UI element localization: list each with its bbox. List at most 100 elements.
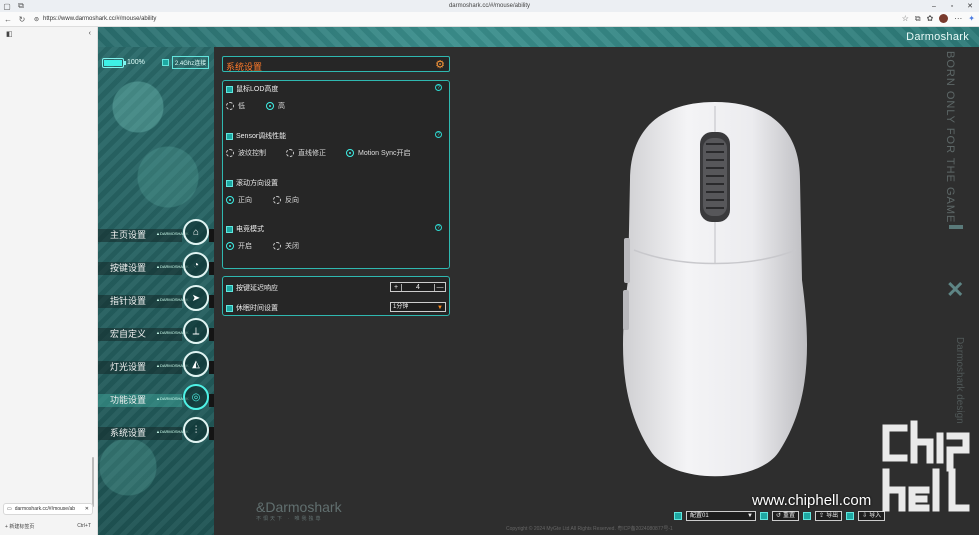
sensor-option-ripple[interactable]: 波纹控制 bbox=[226, 148, 286, 158]
copilot-icon[interactable]: ✦ bbox=[968, 14, 975, 24]
address-bar[interactable]: ⊜ https://www.darmoshark.cc/#/mouse/abil… bbox=[34, 14, 156, 25]
reset-button[interactable]: ↺ 重置 bbox=[772, 511, 800, 521]
close-button[interactable]: ✕ bbox=[961, 0, 979, 12]
scroll-label: 滚动方向设置 bbox=[236, 180, 278, 187]
lod-option-high[interactable]: 高 bbox=[266, 101, 285, 111]
bottom-logo-sub: 不惧天下 · 唯我独尊 bbox=[256, 516, 323, 522]
radio-checked-icon bbox=[226, 242, 234, 250]
new-tab-label: 新建标签页 bbox=[9, 523, 35, 530]
system-icon: ⫶ bbox=[183, 417, 209, 443]
sidebar-scrollbar[interactable] bbox=[92, 457, 94, 507]
nav-home[interactable]: 主页设置 ▲DARMOSHARK ⌂ bbox=[98, 217, 214, 245]
collapse-tabs-icon[interactable]: ‹ bbox=[89, 30, 91, 38]
bottom-toolbar: 配置01 ▼ ↺ 重置 ⇪ 导出 ⇩ 导入 bbox=[674, 511, 886, 521]
esports-option-on[interactable]: 开启 bbox=[226, 241, 273, 251]
debounce-value: 4 bbox=[401, 283, 435, 291]
radio-checked-icon bbox=[226, 196, 234, 204]
favorite-star-icon[interactable]: ☆ bbox=[902, 14, 909, 24]
menu-icon[interactable]: ⋯ bbox=[954, 14, 962, 24]
export-label: 导出 bbox=[826, 513, 839, 519]
maximize-button[interactable]: ▫ bbox=[943, 0, 961, 12]
option-label: Motion Sync开启 bbox=[358, 150, 411, 157]
sensor-section: Sensor调线性能 ? 波纹控制 直线修正 Motion Sync开启 bbox=[226, 131, 448, 158]
sensor-label: Sensor调线性能 bbox=[236, 133, 287, 140]
watermark-url: www.chiphell.com bbox=[752, 492, 872, 509]
help-icon[interactable]: ? bbox=[435, 224, 442, 231]
tab-close-icon[interactable]: ✕ bbox=[85, 506, 89, 512]
minimize-button[interactable]: – bbox=[925, 0, 943, 12]
bottom-logo-text: &Darmoshark bbox=[256, 499, 342, 515]
reset-label: 重置 bbox=[783, 513, 796, 519]
extensions-icon[interactable]: ✿ bbox=[927, 14, 934, 24]
esports-section: 电竞模式 ? 开启 关闭 bbox=[226, 224, 448, 251]
tab-actions-menu-icon[interactable]: ◧ bbox=[6, 30, 13, 38]
help-icon[interactable]: ? bbox=[435, 84, 442, 91]
decrement-button[interactable]: — bbox=[435, 284, 445, 291]
lod-label: 鼠标LOD高度 bbox=[236, 86, 279, 93]
export-button[interactable]: ⇪ 导出 bbox=[815, 511, 843, 521]
scroll-option-reverse[interactable]: 反向 bbox=[273, 195, 299, 205]
esports-option-off[interactable]: 关闭 bbox=[273, 241, 299, 251]
lod-section: 鼠标LOD高度 ? 低 高 bbox=[226, 84, 448, 111]
collections-icon[interactable]: ⧉ bbox=[915, 14, 921, 24]
sensor-option-angle[interactable]: 直线修正 bbox=[286, 148, 346, 158]
new-tab-button[interactable]: + 新建标签页 Ctrl+T bbox=[5, 521, 91, 531]
reload-icon[interactable]: ↻ bbox=[16, 13, 28, 25]
nav-macro[interactable]: 宏自定义 ▲DARMOSHARK ⟂ bbox=[98, 316, 214, 344]
gear-icon[interactable]: ⚙ bbox=[435, 58, 445, 71]
nav-buttons[interactable]: 按键设置 ▲DARMOSHARK ◔ bbox=[98, 250, 214, 278]
option-label: 关闭 bbox=[285, 243, 299, 250]
mouse-illustration bbox=[622, 102, 808, 477]
radio-icon bbox=[226, 102, 234, 110]
browser-title-bar: ▢ ⧉ darmoshark.cc/#/mouse/ability – ▫ ✕ bbox=[0, 0, 979, 12]
tab-label: darmoshark.cc/#/mouse/ab bbox=[14, 506, 76, 512]
option-label: 直线修正 bbox=[298, 150, 326, 157]
sensor-option-motion-sync[interactable]: Motion Sync开启 bbox=[346, 148, 411, 158]
left-nav-panel: 100% 2.4Ghz连接 主页设置 ▲DARMOSHARK ⌂ 按键设置 ▲D… bbox=[98, 47, 214, 535]
lod-option-low[interactable]: 低 bbox=[226, 101, 266, 111]
scroll-option-forward[interactable]: 正向 bbox=[226, 195, 273, 205]
active-tab[interactable]: ▭ darmoshark.cc/#/mouse/ab ✕ bbox=[3, 503, 93, 515]
increment-button[interactable]: + bbox=[391, 284, 401, 291]
radio-checked-icon bbox=[346, 149, 354, 157]
config-marker-icon bbox=[674, 512, 682, 520]
section-marker-icon bbox=[226, 304, 233, 312]
nav-lighting[interactable]: 灯光设置 ▲DARMOSHARK ◭ bbox=[98, 349, 214, 377]
vertical-tabs-sidebar: ◧ ‹ ▭ darmoshark.cc/#/mouse/ab ✕ + 新建标签页… bbox=[0, 27, 98, 535]
reset-icon: ↺ bbox=[776, 513, 782, 519]
slogan-vertical: BORN ONLY FOR THE GAME bbox=[944, 51, 956, 224]
esports-label: 电竞模式 bbox=[236, 226, 264, 233]
debounce-stepper[interactable]: + 4 — bbox=[390, 282, 446, 292]
scroll-section: 滚动方向设置 正向 反向 bbox=[226, 178, 448, 205]
radio-icon bbox=[226, 149, 234, 157]
nav-pointer[interactable]: 指针设置 ▲DARMOSHARK ➤ bbox=[98, 283, 214, 311]
nav-function[interactable]: 功能设置 ▲DARMOSHARK ◎ bbox=[98, 382, 214, 410]
darmoshark-app: Darmoshark 100% 2.4Ghz连接 主页设置 ▲DARMOSHAR… bbox=[98, 27, 979, 535]
connection-mode: 2.4Ghz连接 bbox=[171, 56, 210, 69]
nav-tail bbox=[209, 361, 214, 374]
sleep-row: 休眠时间设置 bbox=[226, 303, 278, 313]
import-icon: ⇩ bbox=[862, 513, 868, 519]
profile-avatar[interactable] bbox=[939, 14, 949, 23]
brand-title: Darmoshark bbox=[906, 31, 969, 43]
nav-tail bbox=[209, 229, 214, 242]
site-info-icon[interactable]: ⊜ bbox=[34, 16, 39, 23]
macro-icon: ⟂ bbox=[183, 318, 209, 344]
nav-system[interactable]: 系统设置 ▲DARMOSHARK ⫶ bbox=[98, 415, 214, 443]
option-label: 反向 bbox=[285, 197, 299, 204]
import-button[interactable]: ⇩ 导入 bbox=[858, 511, 886, 521]
settings-header: 系统设置 ⚙ bbox=[222, 56, 450, 72]
help-icon[interactable]: ? bbox=[435, 131, 442, 138]
back-icon[interactable]: ← bbox=[2, 13, 14, 25]
pointer-icon: ➤ bbox=[183, 285, 209, 311]
settings-box-extra: 按键延迟响应 + 4 — 休眠时间设置 1分钟 ▼ bbox=[222, 276, 450, 316]
reset-marker-icon bbox=[760, 512, 768, 520]
panel-title: 系统设置 bbox=[226, 62, 263, 72]
config-select[interactable]: 配置01 ▼ bbox=[686, 511, 756, 521]
sleep-select[interactable]: 1分钟 ▼ bbox=[390, 302, 446, 312]
config-value: 配置01 bbox=[690, 513, 709, 519]
url-text: https://www.darmoshark.cc/#/mouse/abilit… bbox=[43, 16, 157, 22]
button-icon: ◔ bbox=[183, 252, 209, 278]
function-icon: ◎ bbox=[183, 384, 209, 410]
import-label: 导入 bbox=[869, 513, 882, 519]
